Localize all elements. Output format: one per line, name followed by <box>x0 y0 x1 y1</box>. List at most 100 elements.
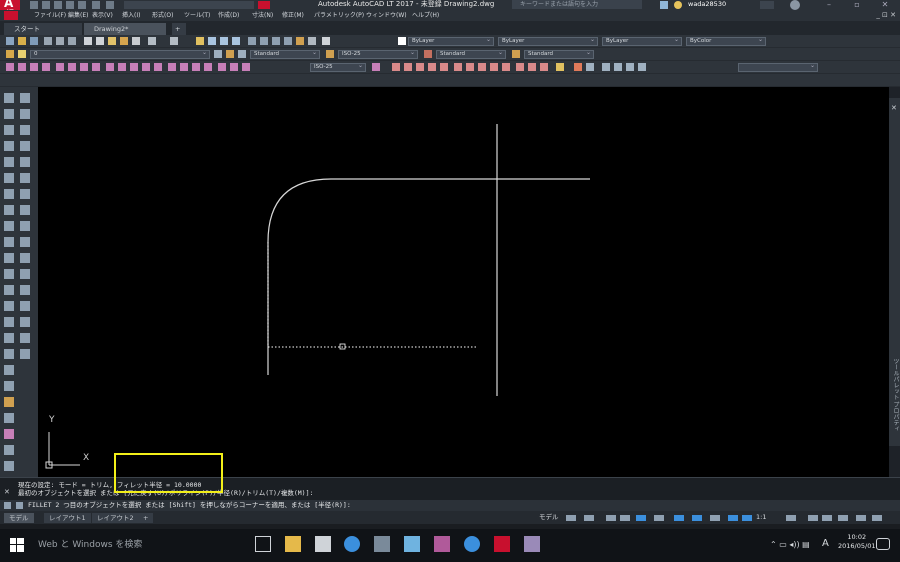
maximize-button[interactable]: ▫ <box>850 0 864 10</box>
dim-space-icon[interactable] <box>142 63 150 71</box>
auto-scale-icon[interactable] <box>742 515 752 521</box>
tab-layout2[interactable]: レイアウト2 <box>92 513 139 523</box>
spline-tool-icon[interactable] <box>4 157 14 167</box>
extend-tool-icon[interactable] <box>4 317 14 327</box>
linetype-dropdown[interactable]: ByLayer <box>498 37 598 46</box>
pan-icon[interactable] <box>196 37 204 45</box>
erase-tool-icon[interactable] <box>4 237 14 247</box>
object-snap-icon[interactable] <box>692 515 702 521</box>
undo-toolbar-icon[interactable] <box>148 37 156 45</box>
minimize-button[interactable]: – <box>822 0 836 10</box>
windows-start-icon[interactable] <box>10 538 24 552</box>
menu-file[interactable]: ファイル(F) <box>34 10 66 21</box>
qnew-icon[interactable] <box>6 37 14 45</box>
copy-icon[interactable] <box>96 37 104 45</box>
tab-drawing[interactable]: Drawing2* <box>84 23 166 35</box>
list-icon[interactable] <box>626 63 634 71</box>
trim-tool-icon[interactable] <box>20 301 30 311</box>
text-style-icon[interactable] <box>238 50 246 58</box>
polyline-tool-icon[interactable] <box>4 109 14 119</box>
dim-text-edit-icon[interactable] <box>230 63 238 71</box>
isolate-objects-icon[interactable] <box>838 515 848 521</box>
menu-help[interactable]: ヘルプ(H) <box>412 10 439 21</box>
task-view-icon[interactable] <box>255 536 271 552</box>
dist-icon[interactable] <box>602 63 610 71</box>
osnap-midpoint-icon[interactable] <box>404 63 412 71</box>
xline-tool-icon[interactable] <box>20 93 30 103</box>
make-block-tool-icon[interactable] <box>4 189 14 199</box>
misc-tool-icon[interactable] <box>4 461 14 471</box>
right-palette-bar[interactable]: ✕ ツールパレット プロパティ <box>889 98 900 446</box>
layer-previous-icon[interactable] <box>226 50 234 58</box>
user-name[interactable]: wada28530 <box>688 0 726 9</box>
app-icon-2[interactable] <box>404 536 420 552</box>
notification-icon[interactable] <box>876 538 890 550</box>
recent-commands-icon[interactable] <box>16 502 23 509</box>
plot-icon[interactable] <box>44 37 52 45</box>
region-tool-icon[interactable] <box>4 221 14 231</box>
workspace-menu-icon[interactable] <box>258 1 270 9</box>
menu-modify[interactable]: 修正(M) <box>282 10 304 21</box>
group-icon[interactable] <box>586 63 594 71</box>
arc-length-icon[interactable] <box>30 63 38 71</box>
menu-view[interactable]: 表示(V) <box>92 10 113 21</box>
cut-icon[interactable] <box>84 37 92 45</box>
move-tool-icon[interactable] <box>20 269 30 279</box>
dim-style-dropdown[interactable]: ISO-25 <box>338 50 418 59</box>
zoom-realtime-icon[interactable] <box>208 37 216 45</box>
osnap-perpendicular-icon[interactable] <box>490 63 498 71</box>
aligned-dim-icon[interactable] <box>18 63 26 71</box>
autocad-taskbar-icon[interactable] <box>494 536 510 552</box>
print-icon[interactable] <box>78 1 86 9</box>
gradient-tool-icon[interactable] <box>20 205 30 215</box>
document-window-controls[interactable]: _ ⊡ ✕ <box>876 10 896 21</box>
menu-parametric[interactable]: パラメトリック(P) <box>314 10 364 21</box>
undo-icon[interactable] <box>92 1 100 9</box>
redo-icon[interactable] <box>106 1 114 9</box>
tab-model[interactable]: モデル <box>4 513 34 523</box>
text-style-dropdown[interactable]: Standard <box>250 50 320 59</box>
osnap-nearest-icon[interactable] <box>528 63 536 71</box>
close-button[interactable]: ✕ <box>878 0 892 10</box>
dim-style-icon[interactable] <box>326 50 334 58</box>
binoculars-icon[interactable] <box>660 1 668 9</box>
object-snap-tracking-icon[interactable] <box>674 515 684 521</box>
mleader-style-icon[interactable] <box>512 50 520 58</box>
command-line[interactable]: FILLET 2 つ目のオブジェクトを選択 または [Shift] を押しながら… <box>0 500 900 511</box>
jogged-dim-icon[interactable] <box>68 63 76 71</box>
mtext-tool-icon[interactable] <box>20 333 30 343</box>
table-style-dropdown[interactable]: Standard <box>436 50 506 59</box>
app-icon-3[interactable] <box>434 536 450 552</box>
break-tool-icon[interactable] <box>20 317 30 327</box>
taskbar-search[interactable]: Web と Windows を検索 <box>38 529 238 562</box>
hatch-tool-icon[interactable] <box>4 205 14 215</box>
dim-break-icon[interactable] <box>154 63 162 71</box>
quick-dim-icon[interactable] <box>106 63 114 71</box>
scale-tool-icon[interactable] <box>20 285 30 295</box>
taskbar-clock[interactable]: 10:02 2016/05/01 <box>838 533 875 551</box>
baseline-dim-icon[interactable] <box>118 63 126 71</box>
save-as-icon[interactable] <box>66 1 74 9</box>
search-input[interactable]: キーワードまたは語句を入力 <box>512 0 642 9</box>
rotate-tool-icon[interactable] <box>4 285 14 295</box>
chamfer-tool-icon[interactable] <box>4 349 14 359</box>
units-icon[interactable] <box>822 515 832 521</box>
misc-dropdown[interactable] <box>738 63 818 72</box>
mleader-style-dropdown[interactable]: Standard <box>524 50 594 59</box>
command-prompt[interactable]: FILLET 2 つ目のオブジェクトを選択 または [Shift] を押しながら… <box>28 500 351 511</box>
redo-toolbar-icon[interactable] <box>170 37 178 45</box>
insert-block-tool-icon[interactable] <box>20 173 30 183</box>
menu-dimension[interactable]: 寸法(N) <box>252 10 273 21</box>
tab-start[interactable]: スタート <box>4 23 82 35</box>
menu-edit[interactable]: 編集(E) <box>68 10 88 21</box>
zoom-previous-icon[interactable] <box>232 37 240 45</box>
menu-draw[interactable]: 作成(D) <box>218 10 239 21</box>
osnap-parallel-icon[interactable] <box>502 63 510 71</box>
radius-dim-icon[interactable] <box>56 63 64 71</box>
menu-tools[interactable]: ツール(T) <box>184 10 210 21</box>
dim-style-manager-icon[interactable] <box>372 63 380 71</box>
stretch-tool-icon[interactable] <box>4 301 14 311</box>
osnap-tangent-icon[interactable] <box>478 63 486 71</box>
rectangle-tool-icon[interactable] <box>4 125 14 135</box>
tab-layout1[interactable]: レイアウト1 <box>44 513 91 523</box>
